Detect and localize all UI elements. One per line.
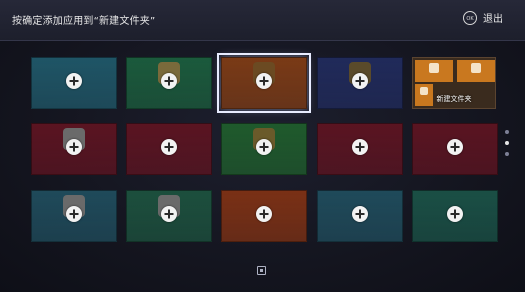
- app-icon: [471, 63, 481, 73]
- app-tile[interactable]: [221, 123, 307, 175]
- add-icon: [66, 73, 82, 89]
- app-tile[interactable]: [412, 123, 498, 175]
- app-tile[interactable]: [317, 123, 403, 175]
- add-icon: [447, 139, 463, 155]
- add-icon: [161, 206, 177, 222]
- app-tile[interactable]: [317, 57, 403, 109]
- add-icon: [66, 206, 82, 222]
- add-icon: [161, 73, 177, 89]
- add-icon: [447, 206, 463, 222]
- add-icon: [256, 139, 272, 155]
- page-dot: [505, 152, 509, 156]
- app-tile[interactable]: [31, 57, 117, 109]
- app-tile[interactable]: [126, 123, 212, 175]
- menu-key-icon: [257, 266, 266, 275]
- page-indicator: [505, 130, 509, 163]
- add-icon: [352, 73, 368, 89]
- header-bar: 按确定添加应用到“新建文件夹” OK 退出: [0, 0, 525, 41]
- exit-label: 退出: [483, 14, 503, 25]
- instruction-title: 按确定添加应用到“新建文件夹”: [12, 16, 156, 27]
- new-folder-tile[interactable]: 新建文件夹: [412, 57, 496, 109]
- document-icon: [429, 63, 439, 73]
- app-tile[interactable]: [31, 123, 117, 175]
- app-tile[interactable]: [31, 190, 117, 242]
- app-tile-selected[interactable]: [217, 53, 311, 113]
- add-icon: [352, 139, 368, 155]
- app-tile[interactable]: [221, 190, 307, 242]
- ok-key-icon: OK: [463, 10, 477, 25]
- app-tile[interactable]: [317, 190, 403, 242]
- page-dot: [505, 130, 509, 134]
- app-tile[interactable]: [412, 190, 498, 242]
- add-icon: [256, 206, 272, 222]
- app-tile[interactable]: [126, 190, 212, 242]
- app-tile[interactable]: [126, 57, 212, 109]
- folder-name: 新建文件夹: [436, 95, 472, 103]
- folder-app-slot: [457, 60, 495, 82]
- page-dot-active: [505, 141, 509, 145]
- add-icon: [161, 139, 177, 155]
- add-icon: [352, 206, 368, 222]
- exit-button[interactable]: OK 退出: [463, 10, 503, 25]
- add-icon: [256, 73, 272, 89]
- add-icon: [66, 139, 82, 155]
- folder-app-slot: [415, 60, 453, 82]
